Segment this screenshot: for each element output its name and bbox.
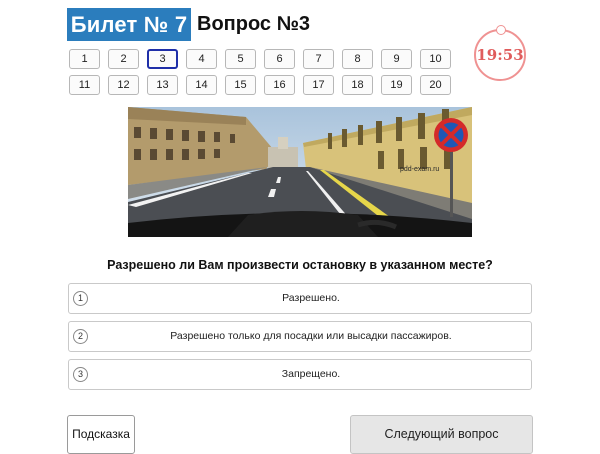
question-number-button[interactable]: 5 [225,49,256,69]
question-number-button[interactable]: 1 [69,49,100,69]
question-number-button[interactable]: 8 [342,49,373,69]
answer-text: Разрешено только для посадки или высадки… [170,330,452,342]
answer-option-1[interactable]: 1 Разрешено. [68,283,532,314]
question-number-button[interactable]: 10 [420,49,451,69]
hint-button[interactable]: Подсказка [67,415,135,454]
question-number-button[interactable]: 14 [186,75,217,95]
question-number-button[interactable]: 12 [108,75,139,95]
timer: 19:53 [474,25,526,81]
question-number-button[interactable]: 6 [264,49,295,69]
question-number-button[interactable]: 7 [303,49,334,69]
next-question-button[interactable]: Следующий вопрос [350,415,533,454]
question-number-button[interactable]: 15 [225,75,256,95]
question-number-button[interactable]: 2 [108,49,139,69]
answer-text: Разрешено. [282,292,340,304]
question-number-button[interactable]: 11 [69,75,100,95]
question-number-button[interactable]: 16 [264,75,295,95]
question-number-button[interactable]: 4 [186,49,217,69]
question-number-button[interactable]: 20 [420,75,451,95]
question-heading: Вопрос №3 [197,13,311,35]
answer-number: 2 [73,329,88,344]
answer-option-2[interactable]: 2 Разрешено только для посадки или высад… [68,321,532,352]
question-photo: pdd-exam.ru [128,107,472,237]
question-number-button[interactable]: 9 [381,49,412,69]
answer-number: 1 [73,291,88,306]
question-number-button[interactable]: 18 [342,75,373,95]
street-scene-image: pdd-exam.ru [128,107,472,237]
timer-value: 19:53 [476,46,524,64]
answer-text: Запрещено. [281,368,341,380]
question-number-button-active[interactable]: 3 [147,49,178,69]
photo-watermark: pdd-exam.ru [400,166,439,173]
question-text: Разрешено ли Вам произвести остановку в … [107,258,493,272]
question-number-button[interactable]: 17 [303,75,334,95]
answer-number: 3 [73,367,88,382]
answer-option-3[interactable]: 3 Запрещено. [68,359,532,390]
question-number-button[interactable]: 19 [381,75,412,95]
question-number-button[interactable]: 13 [147,75,178,95]
ticket-badge: Билет № 7 [67,8,191,41]
